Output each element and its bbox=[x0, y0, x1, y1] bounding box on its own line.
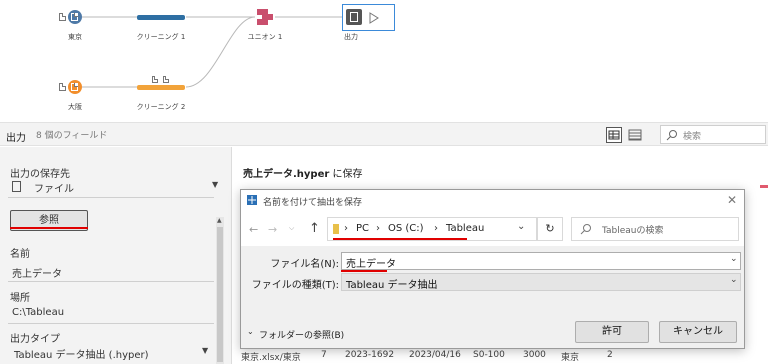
breadcrumb-sep-icon: › bbox=[376, 223, 380, 234]
tokyo-input-node[interactable] bbox=[68, 10, 82, 24]
save-ok-button[interactable]: 許可 bbox=[575, 321, 649, 343]
file-icon bbox=[12, 181, 21, 192]
output-title: 出力 bbox=[6, 133, 26, 144]
node-label-output: 出力 bbox=[344, 33, 358, 41]
cancel-button[interactable]: キャンセル bbox=[659, 321, 737, 343]
file-icon bbox=[59, 13, 66, 21]
output-type-dropdown[interactable]: Tableau データ抽出 (.hyper) ▼ bbox=[8, 344, 214, 362]
divider bbox=[8, 197, 214, 198]
refresh-icon[interactable]: ↻ bbox=[537, 217, 563, 241]
field-search-input[interactable]: 検索 bbox=[660, 125, 766, 144]
search-placeholder: 検索 bbox=[683, 132, 702, 142]
highlight-underline bbox=[333, 238, 467, 240]
ok-button-label: 許可 bbox=[602, 326, 622, 337]
breadcrumb-pc[interactable]: PC bbox=[356, 223, 369, 234]
scrollbar-track[interactable]: ▲ bbox=[216, 217, 224, 364]
forward-arrow-icon[interactable]: → bbox=[268, 223, 277, 236]
name-label: 名前 bbox=[10, 249, 30, 260]
preview-cell: 東京.xlsx/東京 bbox=[241, 353, 301, 363]
preview-cell: S0-100 bbox=[473, 350, 505, 360]
field-count: 8 個のフィールド bbox=[36, 131, 108, 141]
output-node[interactable] bbox=[342, 4, 395, 31]
filetype-label: ファイルの種類(T): bbox=[251, 280, 339, 291]
clean2-node[interactable] bbox=[137, 85, 185, 90]
chevron-down-icon: ▼ bbox=[212, 180, 219, 189]
browse-folders-toggle[interactable]: フォルダーの参照(B) bbox=[259, 328, 344, 341]
file-icon bbox=[152, 76, 158, 83]
folder-icon bbox=[333, 224, 339, 234]
preview-cell: 7 bbox=[321, 350, 327, 360]
chevron-down-icon[interactable]: ⌄ bbox=[247, 327, 254, 336]
scroll-up-icon[interactable]: ▲ bbox=[217, 217, 222, 224]
cancel-button-label: キャンセル bbox=[673, 326, 723, 337]
osaka-input-node[interactable] bbox=[68, 80, 82, 94]
filetype-select[interactable]: Tableau データ抽出 ⌄ bbox=[341, 273, 741, 291]
node-label-clean2: クリーニング 2 bbox=[136, 103, 186, 111]
up-arrow-icon[interactable]: ↑ bbox=[309, 221, 320, 236]
save-to-value: ファイル bbox=[34, 184, 74, 195]
highlight-underline bbox=[341, 270, 387, 272]
tableau-app-icon bbox=[247, 195, 257, 205]
scrollbar-thumb[interactable] bbox=[217, 227, 223, 362]
node-label-osaka: 大阪 bbox=[68, 103, 82, 111]
dialog-search-input[interactable]: Tableauの検索 bbox=[571, 217, 739, 241]
output-header-bar: 出力 8 個のフィールド 検索 bbox=[0, 122, 768, 146]
save-heading: 売上データ.hyper に保存 bbox=[243, 165, 363, 180]
preview-cell: 2 bbox=[607, 350, 613, 360]
close-icon[interactable]: ✕ bbox=[727, 193, 737, 207]
file-icon bbox=[71, 13, 78, 21]
breadcrumb-sep-icon: › bbox=[434, 223, 438, 234]
dialog-search-placeholder: Tableauの検索 bbox=[602, 226, 664, 236]
breadcrumb-folder[interactable]: Tableau bbox=[446, 223, 484, 234]
output-icon bbox=[346, 9, 362, 25]
divider bbox=[8, 281, 214, 282]
clean1-node[interactable] bbox=[137, 15, 185, 20]
accent-mark bbox=[760, 185, 768, 188]
grid-view-icon[interactable] bbox=[606, 127, 622, 143]
preview-cell: 東京 bbox=[561, 353, 580, 363]
preview-cell: 3000 bbox=[523, 350, 546, 360]
chevron-down-icon[interactable]: ⌄ bbox=[517, 221, 525, 232]
preview-cell: 2023/04/16 bbox=[409, 350, 461, 360]
name-value: 売上データ bbox=[12, 269, 62, 280]
filename-value: 売上データ bbox=[346, 259, 396, 270]
file-icon bbox=[163, 76, 169, 83]
flow-canvas: 東京 クリーニング 1 ユニオン 1 出力 大阪 クリーニング 2 bbox=[0, 0, 768, 122]
file-icon bbox=[71, 83, 78, 91]
output-settings-panel: 出力の保存先 ファイル ▼ 参照 名前 売上データ 場所 C:\Tableau … bbox=[0, 147, 232, 364]
save-to-dropdown[interactable]: ファイル ▼ bbox=[8, 177, 224, 197]
node-label-tokyo: 東京 bbox=[68, 33, 82, 41]
recent-chevron-icon[interactable]: ⌵ bbox=[289, 224, 294, 233]
save-extract-dialog: 名前を付けて抽出を保存 ✕ ← → ⌵ ↑ › PC › OS (C:) › T… bbox=[240, 189, 745, 349]
browse-button-label: 参照 bbox=[39, 215, 59, 226]
dialog-title: 名前を付けて抽出を保存 bbox=[263, 198, 363, 208]
filename-input[interactable]: 売上データ ⌄ bbox=[341, 252, 741, 270]
filetype-value: Tableau データ抽出 bbox=[346, 280, 438, 291]
search-icon bbox=[666, 130, 677, 141]
preview-cell: 2023-1692 bbox=[345, 350, 395, 360]
save-heading-suffix: に保存 bbox=[329, 169, 363, 180]
save-heading-filename: 売上データ.hyper bbox=[243, 169, 330, 180]
search-icon bbox=[580, 224, 591, 235]
location-label: 場所 bbox=[10, 293, 30, 304]
union-icon[interactable] bbox=[256, 8, 274, 26]
chevron-down-icon[interactable]: ⌄ bbox=[730, 254, 738, 264]
divider bbox=[8, 323, 214, 324]
back-arrow-icon[interactable]: ← bbox=[249, 223, 258, 236]
list-view-icon[interactable] bbox=[627, 127, 643, 143]
node-label-union1: ユニオン 1 bbox=[247, 33, 283, 41]
chevron-down-icon: ⌄ bbox=[730, 275, 738, 285]
highlight-underline bbox=[10, 227, 88, 229]
play-icon[interactable] bbox=[369, 12, 379, 24]
breadcrumb-drive[interactable]: OS (C:) bbox=[388, 223, 424, 234]
node-label-clean1: クリーニング 1 bbox=[136, 33, 186, 41]
preview-row: 東京.xlsx/東京 7 2023-1692 2023/04/16 S0-100… bbox=[241, 349, 768, 364]
location-value: C:\Tableau bbox=[12, 307, 65, 318]
output-type-value: Tableau データ抽出 (.hyper) bbox=[14, 350, 149, 361]
breadcrumb-sep-icon: › bbox=[344, 223, 348, 234]
output-type-label: 出力タイプ bbox=[10, 334, 60, 345]
file-icon bbox=[59, 83, 66, 91]
filename-label: ファイル名(N): bbox=[270, 259, 339, 270]
chevron-down-icon: ▼ bbox=[202, 346, 209, 355]
